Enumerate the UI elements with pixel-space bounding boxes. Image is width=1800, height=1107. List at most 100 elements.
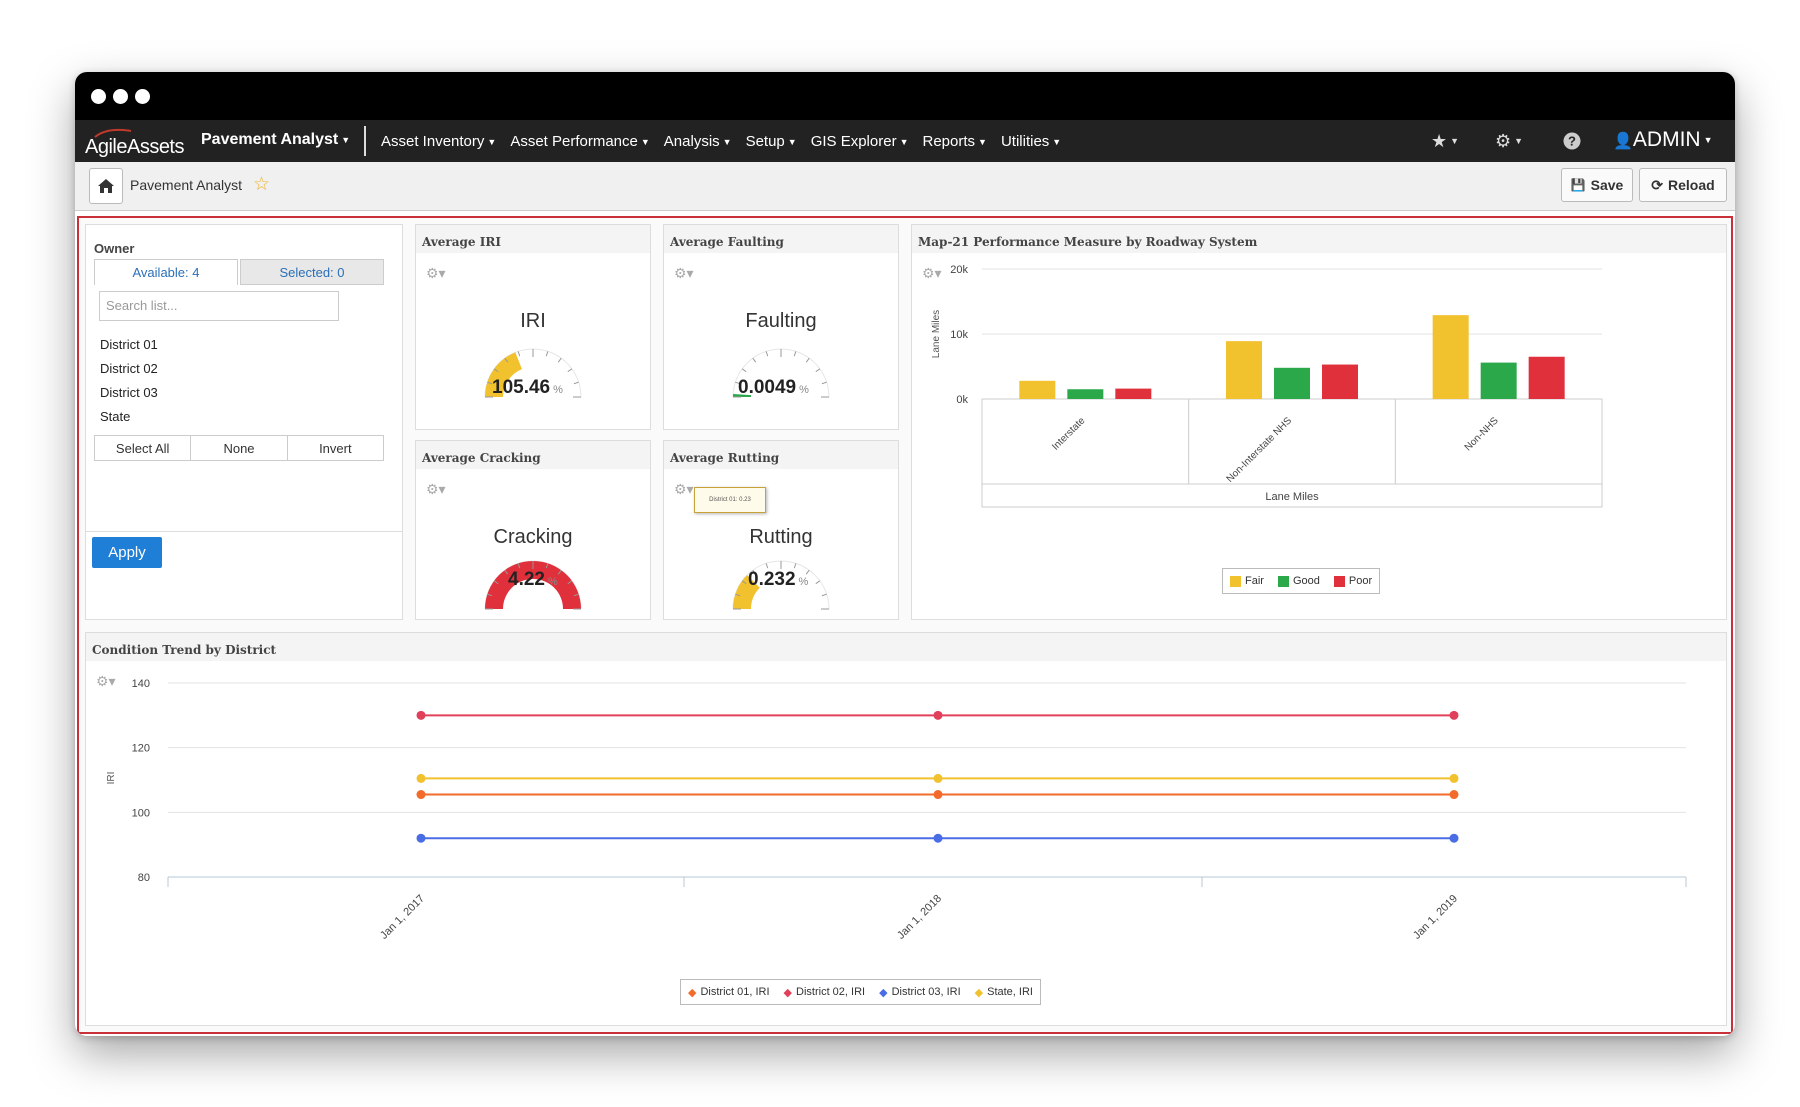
panel-title: Map-21 Performance Measure by Roadway Sy… bbox=[912, 225, 1726, 253]
panel-title: Condition Trend by District bbox=[86, 633, 1726, 661]
bar bbox=[1067, 389, 1104, 399]
x-tick-label: Non-NHS bbox=[1463, 415, 1501, 453]
data-point bbox=[1449, 833, 1459, 843]
gauge-value-text: 0.232 bbox=[748, 569, 796, 590]
gauge-value-text: 0.0049 bbox=[738, 377, 797, 398]
user-icon: 👤 bbox=[1613, 133, 1633, 150]
bar bbox=[1322, 364, 1358, 399]
map21-bar-chart: 0k 10k 20k Lane Miles Interstate Non-Intersta… bbox=[931, 264, 1603, 508]
tab-available[interactable]: Available: 4 bbox=[94, 259, 238, 285]
help-button[interactable]: ? bbox=[1563, 128, 1581, 154]
chevron-down-icon: ▼ bbox=[1450, 136, 1460, 146]
search-input[interactable]: Search list... bbox=[99, 291, 339, 321]
legend-marker: ◆ bbox=[879, 986, 888, 999]
data-point bbox=[933, 710, 943, 720]
line-chart-panel: Condition Trend by District ⚙▾ 80 100 120 1… bbox=[85, 632, 1727, 1026]
y-tick-label: 100 bbox=[132, 807, 150, 819]
menu-utilities[interactable]: Utilities ▼ bbox=[1001, 133, 1061, 150]
gauge-panel-faulting: Average Faulting ⚙▾ Faulting 0.0049% bbox=[663, 224, 899, 430]
list-item[interactable]: District 02 bbox=[100, 361, 158, 376]
gear-icon[interactable]: ⚙▾ bbox=[426, 481, 446, 498]
menu-label: Asset Performance bbox=[510, 133, 638, 150]
favorite-star-icon[interactable]: ☆ bbox=[253, 173, 270, 196]
gauge-value-text: 105.46 bbox=[492, 377, 551, 398]
x-tick-label: Non-Interstate NHS bbox=[1225, 415, 1295, 485]
chart-legend: Fair Good Poor bbox=[1222, 568, 1381, 594]
select-none-button[interactable]: None bbox=[191, 436, 288, 460]
gauge-value: 4.22% bbox=[508, 569, 558, 591]
data-point bbox=[1449, 710, 1459, 720]
x-tick-label: Jan 1, 2019 bbox=[1411, 893, 1460, 942]
gauge-title: Rutting bbox=[749, 526, 813, 548]
gear-icon[interactable]: ⚙▾ bbox=[426, 265, 446, 282]
legend-item[interactable]: ◆ State, IRI bbox=[975, 986, 1033, 999]
list-item[interactable]: District 03 bbox=[100, 385, 158, 400]
owner-title: Owner bbox=[94, 241, 135, 256]
legend-item[interactable]: Fair bbox=[1230, 575, 1264, 587]
main-menu: Asset Inventory ▼ Asset Performance ▼ Anal… bbox=[381, 133, 1061, 150]
menu-label: Setup bbox=[745, 133, 785, 150]
gauge-unit: % bbox=[553, 384, 563, 396]
gauge-unit: % bbox=[799, 384, 809, 396]
window-control-dot[interactable] bbox=[135, 89, 150, 104]
reload-button[interactable]: ⟳ Reload bbox=[1639, 168, 1727, 202]
legend-marker: ◆ bbox=[974, 986, 984, 999]
legend-item[interactable]: Poor bbox=[1333, 575, 1372, 587]
gauge-tick bbox=[793, 351, 797, 357]
menu-analysis[interactable]: Analysis ▼ bbox=[664, 133, 732, 150]
x-tick-label: Interstate bbox=[1050, 415, 1088, 453]
gauge-unit: % bbox=[547, 576, 558, 588]
legend-swatch bbox=[1230, 575, 1241, 587]
legend-item[interactable]: ◆ District 01, IRI bbox=[688, 986, 770, 999]
save-button[interactable]: 💾 Save bbox=[1561, 168, 1633, 202]
menu-gis-explorer[interactable]: GIS Explorer ▼ bbox=[811, 133, 909, 150]
gear-icon[interactable]: ⚙▾ bbox=[674, 265, 694, 282]
favorites-menu[interactable]: ★ ▼ bbox=[1431, 128, 1459, 154]
menu-asset-inventory[interactable]: Asset Inventory ▼ bbox=[381, 133, 496, 150]
gauge-panel-rutting: Average Rutting ⚙▾ District 01: 0.23 Rut… bbox=[663, 440, 899, 620]
home-button[interactable] bbox=[89, 168, 123, 204]
data-point bbox=[416, 790, 426, 800]
gauge-panel-cracking: Average Cracking ⚙▾ Cracking 4.22% bbox=[415, 440, 651, 620]
gear-icon[interactable]: ⚙▾ bbox=[674, 481, 694, 498]
top-navbar: AgileAssets Pavement Analyst ▼ Asset Inve… bbox=[75, 120, 1735, 162]
list-item[interactable]: State bbox=[100, 409, 130, 424]
invert-button[interactable]: Invert bbox=[288, 436, 383, 460]
dashboard-content: Owner Available: 4 Selected: 0 Search li… bbox=[77, 216, 1733, 1034]
window-control-dot[interactable] bbox=[113, 89, 128, 104]
breadcrumb: Pavement Analyst bbox=[130, 177, 243, 193]
nav-divider bbox=[364, 126, 366, 156]
x-axis-label: Lane Miles bbox=[1265, 491, 1319, 503]
legend-item[interactable]: Good bbox=[1277, 575, 1320, 587]
page-toolbar: Pavement Analyst ☆ 💾 Save ⟳ Reload bbox=[75, 162, 1735, 211]
legend-item[interactable]: ◆ District 02, IRI bbox=[784, 986, 866, 999]
gauge-tick bbox=[765, 563, 769, 569]
menu-setup[interactable]: Setup ▼ bbox=[746, 133, 797, 150]
chevron-down-icon: ▼ bbox=[487, 137, 497, 148]
window-control-dot[interactable] bbox=[91, 89, 106, 104]
window-titlebar bbox=[75, 72, 1735, 120]
tab-selected[interactable]: Selected: 0 bbox=[240, 259, 384, 285]
data-point bbox=[1449, 773, 1459, 783]
legend-swatch bbox=[1277, 575, 1289, 587]
settings-menu[interactable]: ⚙ ▼ bbox=[1495, 128, 1523, 154]
user-menu[interactable]: 👤ADMIN ▼ bbox=[1613, 128, 1713, 152]
gauge-tick bbox=[557, 357, 562, 363]
select-all-button[interactable]: Select All bbox=[95, 436, 192, 460]
gauge-tick bbox=[815, 580, 821, 585]
apply-button[interactable]: Apply bbox=[92, 537, 162, 568]
list-item[interactable]: District 01 bbox=[100, 337, 158, 352]
gauge-tick bbox=[567, 368, 573, 373]
menu-reports[interactable]: Reports ▼ bbox=[923, 133, 987, 150]
app-logo[interactable]: AgileAssets bbox=[83, 126, 195, 160]
legend-item[interactable]: ◆ District 03, IRI bbox=[879, 986, 961, 999]
gauge-tick bbox=[815, 368, 821, 373]
refresh-icon: ⟳ bbox=[1651, 176, 1664, 193]
menu-asset-performance[interactable]: Asset Performance ▼ bbox=[510, 133, 649, 150]
y-axis-label: Lane Miles bbox=[931, 310, 942, 358]
data-point bbox=[933, 790, 943, 800]
module-menu[interactable]: Pavement Analyst ▼ bbox=[201, 131, 350, 149]
gauge-tick bbox=[741, 368, 747, 373]
y-tick-label: 80 bbox=[138, 872, 150, 884]
legend-label: Fair bbox=[1245, 575, 1264, 587]
